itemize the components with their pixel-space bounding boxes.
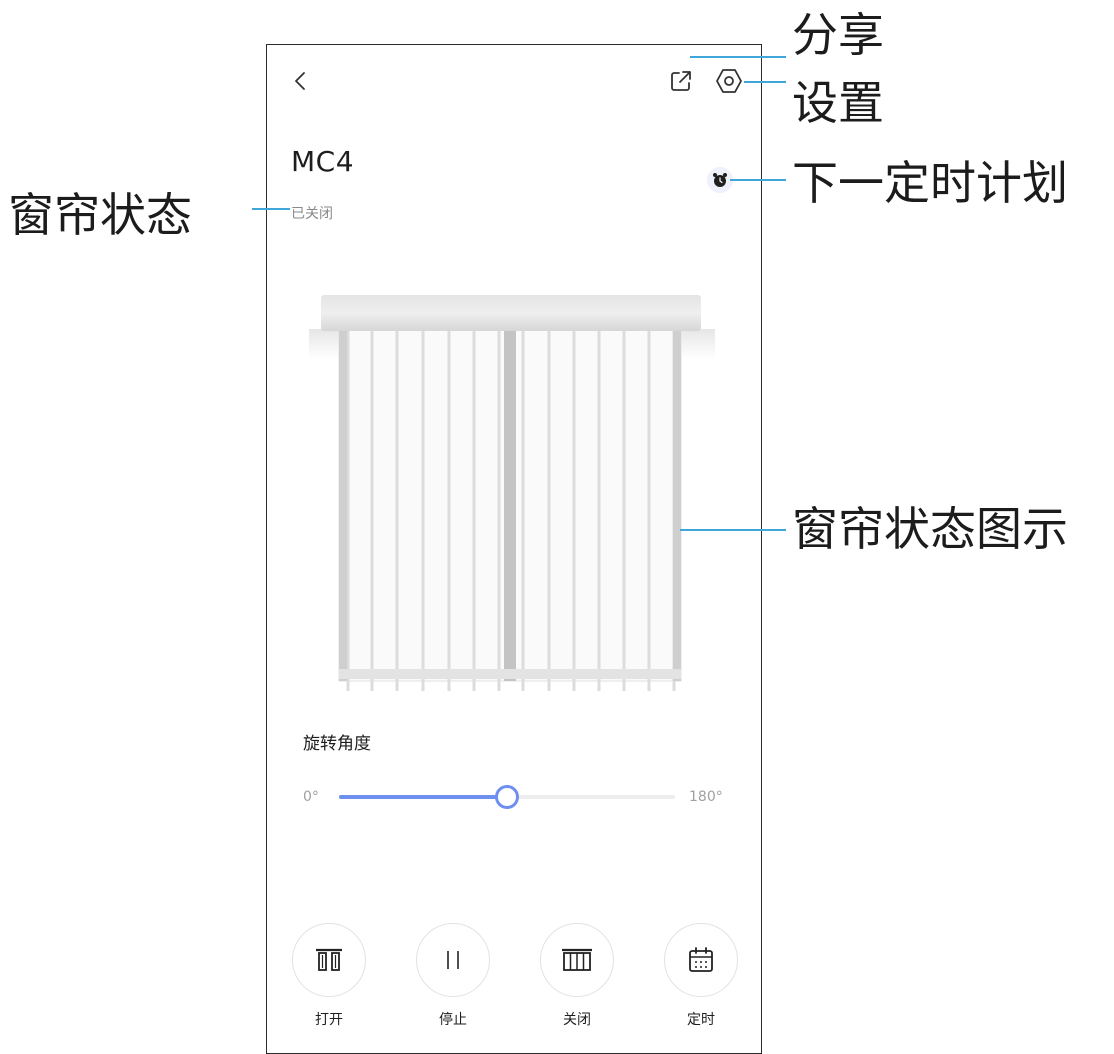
schedule-button[interactable] — [664, 923, 738, 997]
settings-icon[interactable] — [715, 67, 743, 95]
open-control[interactable]: 打开 — [291, 923, 367, 1029]
slider-max-label: 180° — [689, 789, 723, 805]
schedule-label: 定时 — [687, 1012, 715, 1028]
status-callout-line — [252, 208, 290, 210]
calendar-icon — [689, 947, 713, 972]
rotation-slider[interactable] — [339, 785, 675, 809]
back-icon[interactable] — [287, 65, 315, 97]
slider-min-label: 0° — [303, 789, 319, 805]
close-button[interactable] — [540, 923, 614, 997]
timer-callout-line — [730, 179, 786, 181]
curtain-status-text: 已关闭 — [291, 206, 333, 222]
settings-callout: 设置 — [792, 76, 884, 130]
stop-label: 停止 — [439, 1012, 467, 1028]
slider-thumb[interactable] — [495, 785, 519, 809]
stop-button[interactable] — [416, 923, 490, 997]
slider-fill — [339, 795, 507, 799]
curtain-diagram-callout: 窗帘状态图示 — [792, 502, 1068, 556]
rotation-angle-label: 旋转角度 — [303, 734, 371, 754]
next-timer-callout: 下一定时计划 — [792, 156, 1068, 210]
share-callout-line — [690, 56, 786, 58]
stop-control[interactable]: 停止 — [415, 923, 491, 1029]
close-label: 关闭 — [563, 1012, 591, 1028]
pause-icon — [447, 951, 459, 969]
diagram-callout-line — [680, 529, 786, 531]
open-button[interactable] — [292, 923, 366, 997]
phone-screen: MC4 已关闭 旋转角度 0° 180° 打开 停止 关闭 定时 — [266, 44, 762, 1054]
settings-callout-line — [744, 81, 786, 83]
device-name: MC4 — [291, 145, 355, 178]
share-icon[interactable] — [669, 69, 693, 93]
schedule-control[interactable]: 定时 — [663, 923, 739, 1029]
share-callout: 分享 — [792, 8, 884, 62]
curtain-status-callout: 窗帘状态 — [8, 188, 192, 242]
open-label: 打开 — [315, 1012, 343, 1028]
curtain-diagram — [309, 295, 715, 691]
curtain-open-icon — [316, 948, 342, 971]
curtain-close-icon — [562, 948, 592, 971]
close-control[interactable]: 关闭 — [539, 923, 615, 1029]
